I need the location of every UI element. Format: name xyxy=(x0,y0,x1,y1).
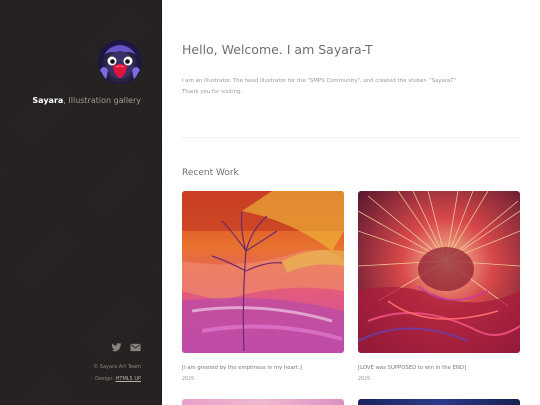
site-subtitle: , Illustration gallery xyxy=(63,96,141,105)
intro-line-1: I am an Illustrator. The head Illustrato… xyxy=(182,78,457,84)
work-caption[interactable]: [LOVE was SUPPOSED to win in the END] xyxy=(358,365,520,371)
work-thumbnail[interactable] xyxy=(182,399,344,405)
design-credit: Design: HTML5 UP xyxy=(95,376,141,382)
artwork-image xyxy=(358,191,520,353)
design-prefix: Design: xyxy=(95,376,116,382)
work-thumbnail[interactable] xyxy=(358,191,520,353)
copyright: © Sayara Art Team xyxy=(93,364,141,370)
sidebar: Sayara, Illustration gallery © Sayara Ar… xyxy=(0,0,162,405)
intro-line-2: Thank you for visiting. xyxy=(182,89,243,95)
design-link[interactable]: HTML5 UP xyxy=(116,376,141,382)
work-caption[interactable]: [I am greeted by the emptiness in my hea… xyxy=(182,365,344,371)
recent-work-heading: Recent Work xyxy=(182,168,239,178)
social-links xyxy=(111,342,141,353)
work-thumbnail[interactable] xyxy=(358,399,520,405)
work-year: 2025 xyxy=(182,377,195,382)
page-title: Hello, Welcome. I am Sayara-T xyxy=(182,42,373,57)
intro-text: I am an Illustrator. The head Illustrato… xyxy=(182,76,456,98)
site-name: Sayara xyxy=(32,96,64,105)
work-year: 2025 xyxy=(358,377,371,382)
main-content: Hello, Welcome. I am Sayara-T I am an Il… xyxy=(162,0,540,405)
twitter-icon[interactable] xyxy=(111,342,122,353)
site-title[interactable]: Sayara, Illustration gallery xyxy=(32,96,141,105)
work-thumbnail[interactable] xyxy=(182,191,344,353)
avatar[interactable] xyxy=(98,40,142,84)
work-card[interactable]: [LOVE was SUPPOSED to win in the END] 20… xyxy=(358,191,520,382)
artwork-image xyxy=(182,191,344,353)
penguin-avatar-icon xyxy=(98,40,142,84)
work-card[interactable]: [I am greeted by the emptiness in my hea… xyxy=(182,191,344,382)
envelope-icon[interactable] xyxy=(130,342,141,353)
divider xyxy=(182,137,520,138)
